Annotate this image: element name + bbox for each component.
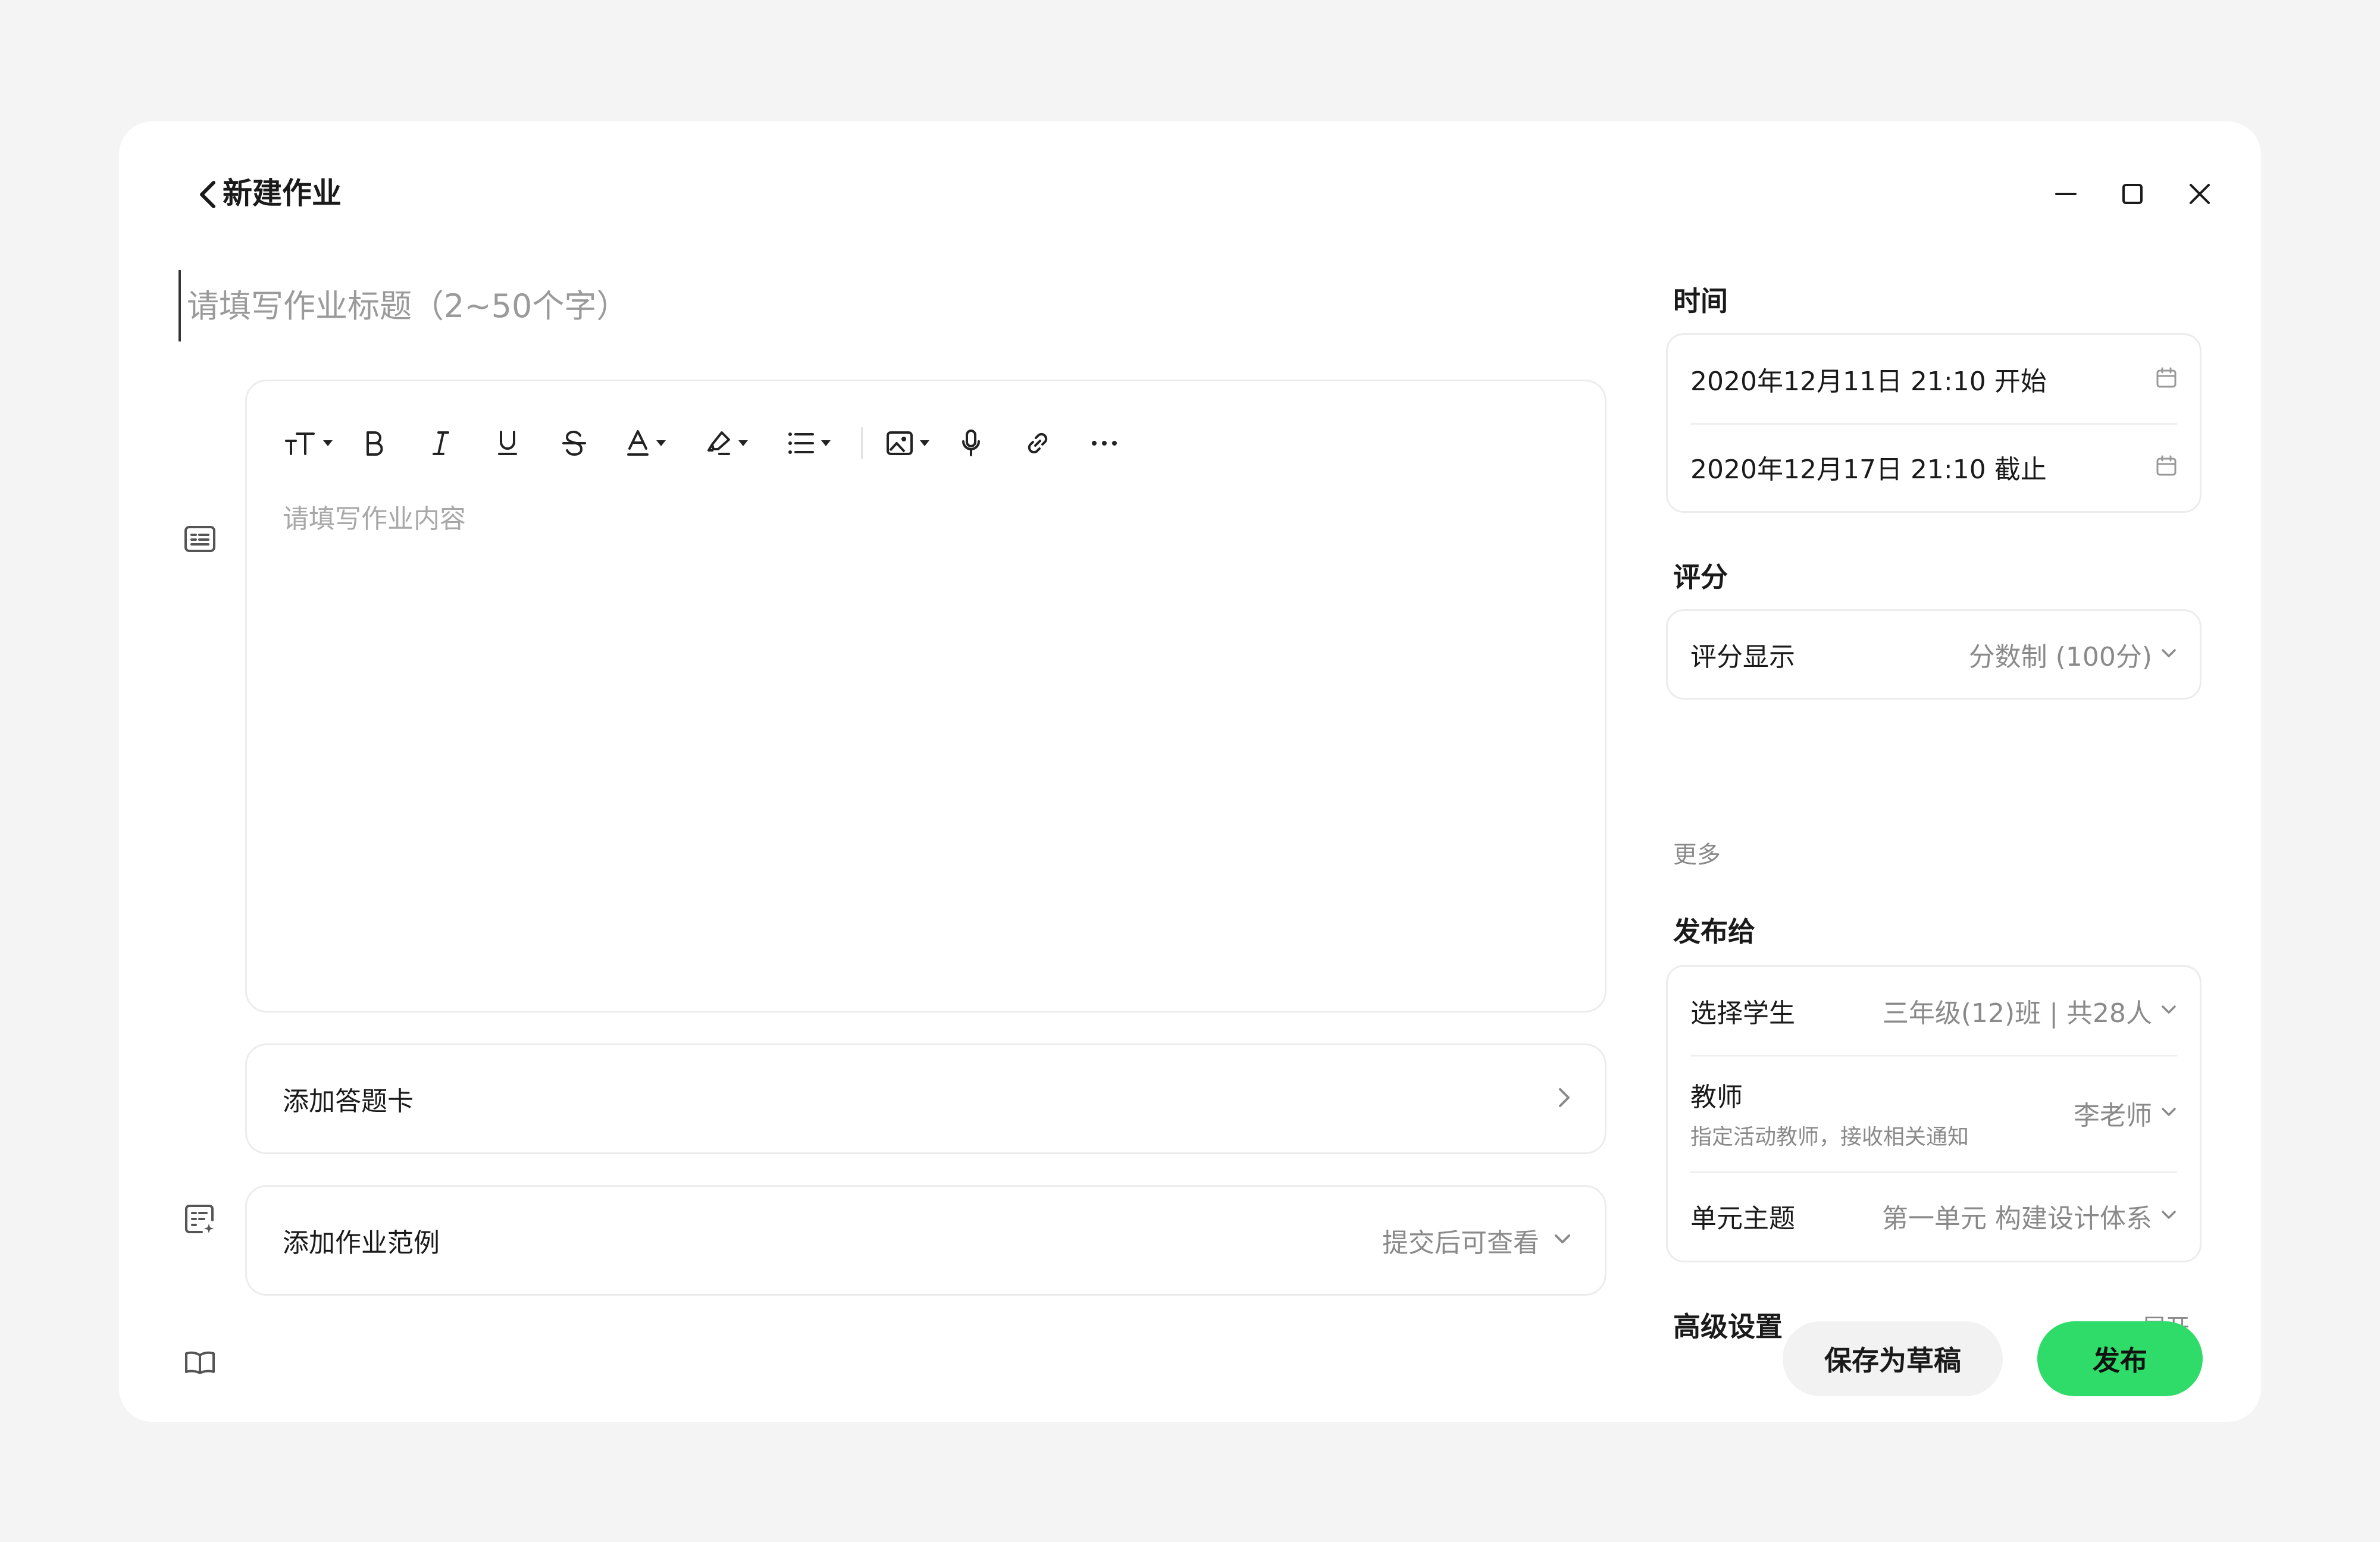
minimize-icon[interactable] bbox=[2041, 169, 2091, 219]
start-time-value: 2020年12月11日 21:10 开始 bbox=[1690, 366, 2047, 397]
teacher-label-group: 教师 指定活动教师，接收相关通知 bbox=[1690, 1076, 2074, 1151]
scoring-card: 评分显示 分数制 (100分) bbox=[1666, 609, 2202, 700]
new-assignment-window: 新建作业 请填写作业标题（2~50个字） 请填写作业内容 添加答题卡 添加作业范… bbox=[119, 121, 2261, 1422]
score-display-label: 评分显示 bbox=[1690, 642, 1795, 672]
image-button[interactable] bbox=[878, 419, 938, 467]
unit-theme-row[interactable]: 单元主题 第一单元 构建设计体系 bbox=[1668, 1171, 2200, 1261]
toolbar-divider bbox=[861, 427, 863, 459]
content-editor bbox=[245, 380, 1606, 1013]
end-time-row[interactable]: 2020年12月17日 21:10 截止 bbox=[1668, 423, 2200, 511]
score-display-row[interactable]: 评分显示 分数制 (100分) bbox=[1668, 611, 2200, 698]
example-visibility-value: 提交后可查看 bbox=[1382, 1228, 1539, 1258]
chevron-down-icon bbox=[2160, 1107, 2177, 1120]
chevron-right-icon bbox=[1557, 1086, 1571, 1112]
score-display-value: 分数制 (100分) bbox=[1968, 642, 2152, 672]
publish-button[interactable]: 发布 bbox=[2037, 1321, 2203, 1396]
content-textarea[interactable] bbox=[283, 500, 1568, 988]
scoring-more-link[interactable]: 更多 bbox=[1673, 835, 1721, 870]
add-answer-card-row[interactable]: 添加答题卡 bbox=[245, 1043, 1606, 1154]
book-icon bbox=[178, 1341, 221, 1384]
select-students-value: 三年级(12)班 | 共28人 bbox=[1882, 998, 2152, 1029]
underline-icon[interactable] bbox=[474, 419, 541, 467]
calendar-icon bbox=[2156, 455, 2177, 479]
add-example-row[interactable]: 添加作业范例 提交后可查看 bbox=[245, 1185, 1606, 1296]
chevron-down-icon bbox=[1554, 1233, 1571, 1248]
calendar-icon bbox=[2156, 367, 2177, 391]
teacher-hint: 指定活动教师，接收相关通知 bbox=[1690, 1125, 1969, 1149]
add-example-label: 添加作业范例 bbox=[283, 1228, 440, 1258]
maximize-icon[interactable] bbox=[2107, 169, 2157, 219]
save-draft-button[interactable]: 保存为草稿 bbox=[1783, 1321, 2003, 1396]
list-button[interactable] bbox=[771, 419, 848, 467]
scoring-section-title: 评分 bbox=[1673, 561, 1728, 593]
start-time-row[interactable]: 2020年12月11日 21:10 开始 bbox=[1668, 335, 2200, 423]
chevron-down-icon bbox=[2160, 1004, 2177, 1017]
strikethrough-icon[interactable] bbox=[541, 419, 607, 467]
microphone-icon[interactable] bbox=[938, 419, 1004, 467]
end-time-value: 2020年12月17日 21:10 截止 bbox=[1690, 455, 2047, 485]
chevron-down-icon bbox=[2160, 1209, 2177, 1223]
italic-icon[interactable] bbox=[408, 419, 474, 467]
teacher-value: 李老师 bbox=[2074, 1101, 2152, 1131]
publish-to-section-title: 发布给 bbox=[1673, 916, 1755, 948]
bold-icon[interactable] bbox=[341, 419, 408, 467]
unit-theme-label: 单元主题 bbox=[1690, 1203, 1795, 1234]
select-students-row[interactable]: 选择学生 三年级(12)班 | 共28人 bbox=[1668, 967, 2200, 1055]
answer-card-icon bbox=[178, 1198, 221, 1241]
time-section-title: 时间 bbox=[1673, 285, 1728, 317]
time-card: 2020年12月11日 21:10 开始 2020年12月17日 21:10 截… bbox=[1666, 333, 2202, 513]
add-answer-card-label: 添加答题卡 bbox=[283, 1086, 414, 1117]
advanced-settings-title: 高级设置 bbox=[1673, 1311, 1783, 1343]
font-color-button[interactable] bbox=[607, 419, 685, 467]
page-title: 新建作业 bbox=[223, 176, 342, 211]
editor-toolbar bbox=[277, 419, 1138, 467]
select-students-label: 选择学生 bbox=[1690, 998, 1795, 1029]
content-icon bbox=[178, 518, 221, 560]
link-icon[interactable] bbox=[1004, 419, 1071, 467]
publish-to-card: 选择学生 三年级(12)班 | 共28人 教师 指定活动教师，接收相关通知 李老… bbox=[1666, 965, 2202, 1262]
teacher-label: 教师 bbox=[1690, 1082, 1743, 1112]
highlight-button[interactable] bbox=[685, 419, 771, 467]
teacher-row[interactable]: 教师 指定活动教师，接收相关通知 李老师 bbox=[1668, 1055, 2200, 1171]
unit-theme-value: 第一单元 构建设计体系 bbox=[1882, 1203, 2152, 1234]
font-size-button[interactable] bbox=[277, 419, 341, 467]
close-icon[interactable] bbox=[2175, 169, 2225, 219]
more-options-icon[interactable] bbox=[1071, 419, 1138, 467]
assignment-title-input[interactable] bbox=[178, 270, 1666, 341]
chevron-down-icon bbox=[2160, 648, 2177, 661]
